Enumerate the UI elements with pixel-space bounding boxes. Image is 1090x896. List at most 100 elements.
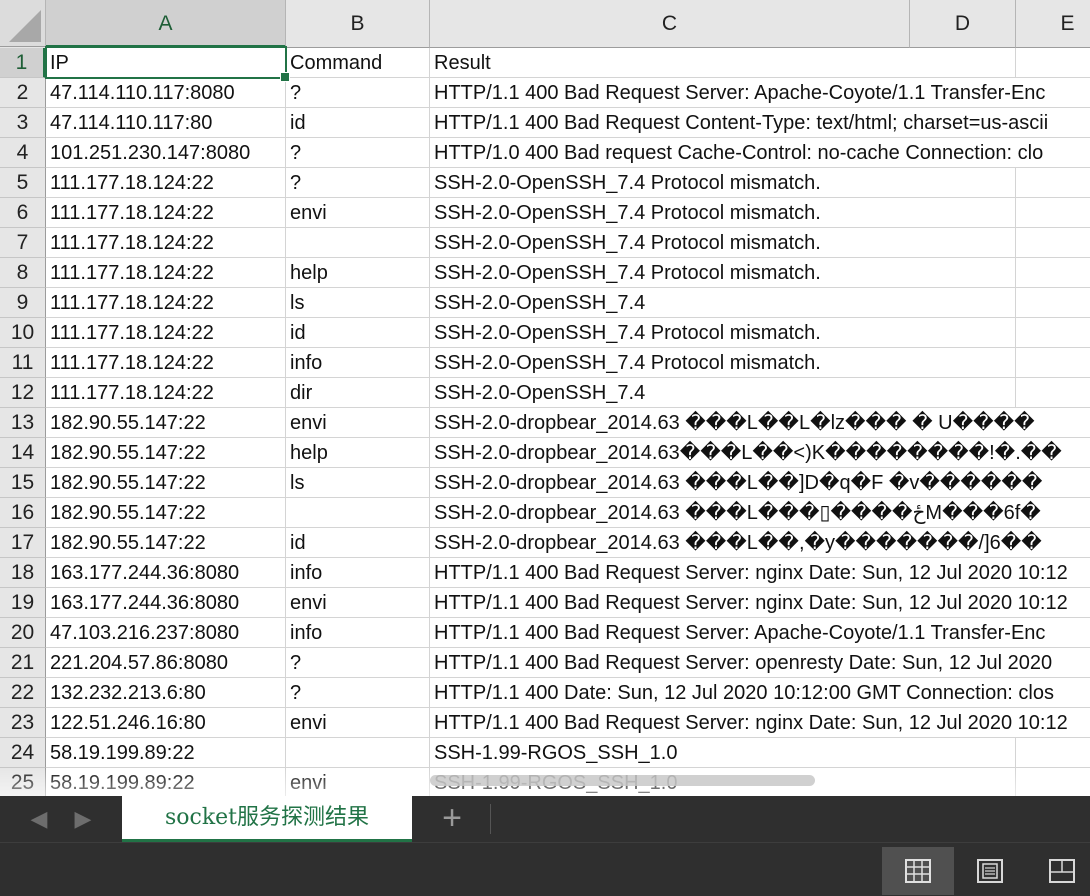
row-header[interactable]: 21 bbox=[0, 648, 46, 678]
add-sheet-button[interactable]: + bbox=[430, 800, 474, 838]
column-header-d[interactable]: D bbox=[910, 0, 1016, 48]
cell-command[interactable]: Command bbox=[286, 48, 430, 78]
cell-command[interactable] bbox=[286, 498, 430, 528]
page-break-view-button[interactable] bbox=[1026, 847, 1090, 895]
column-header-e[interactable]: E bbox=[1016, 0, 1090, 48]
row-header[interactable]: 16 bbox=[0, 498, 46, 528]
cell-command[interactable]: envi bbox=[286, 408, 430, 438]
cell-result[interactable]: HTTP/1.1 400 Bad Request Server: Apache-… bbox=[430, 78, 1090, 108]
row-header[interactable]: 14 bbox=[0, 438, 46, 468]
row-header[interactable]: 22 bbox=[0, 678, 46, 708]
page-layout-view-button[interactable] bbox=[954, 847, 1026, 895]
select-all-corner[interactable] bbox=[0, 0, 46, 47]
cell-command[interactable]: help bbox=[286, 438, 430, 468]
next-sheet-button[interactable]: ▶ bbox=[70, 806, 96, 832]
cell-command[interactable]: ls bbox=[286, 288, 430, 318]
cell-result[interactable]: HTTP/1.1 400 Date: Sun, 12 Jul 2020 10:1… bbox=[430, 678, 1090, 708]
cell-result[interactable]: SSH-2.0-OpenSSH_7.4 Protocol mismatch. bbox=[430, 258, 1090, 288]
cell-command[interactable]: ? bbox=[286, 678, 430, 708]
sheet-tab-active[interactable]: socket服务探测结果 bbox=[122, 796, 412, 842]
cell-ip[interactable]: 122.51.246.16:80 bbox=[46, 708, 286, 738]
cell-result[interactable]: SSH-2.0-dropbear_2014.63 ���L��L�lz��� �… bbox=[430, 408, 1090, 438]
cell-command[interactable]: help bbox=[286, 258, 430, 288]
row-header[interactable]: 13 bbox=[0, 408, 46, 438]
cell-result[interactable]: SSH-2.0-OpenSSH_7.4 Protocol mismatch. bbox=[430, 198, 1090, 228]
row-header[interactable]: 11 bbox=[0, 348, 46, 378]
row-header[interactable]: 4 bbox=[0, 138, 46, 168]
cell-command[interactable]: info bbox=[286, 558, 430, 588]
row-header[interactable]: 23 bbox=[0, 708, 46, 738]
cell-command[interactable]: ? bbox=[286, 78, 430, 108]
cell-ip[interactable]: 101.251.230.147:8080 bbox=[46, 138, 286, 168]
cell-command[interactable] bbox=[286, 228, 430, 258]
cell-ip[interactable]: 58.19.199.89:22 bbox=[46, 768, 286, 796]
cell-command[interactable]: envi bbox=[286, 588, 430, 618]
cell-ip[interactable]: 58.19.199.89:22 bbox=[46, 738, 286, 768]
cell-result[interactable]: SSH-2.0-OpenSSH_7.4 bbox=[430, 378, 1090, 408]
cell-result[interactable]: SSH-2.0-OpenSSH_7.4 Protocol mismatch. bbox=[430, 318, 1090, 348]
cell-ip[interactable]: 111.177.18.124:22 bbox=[46, 228, 286, 258]
cell-result[interactable]: HTTP/1.1 400 Bad Request Server: Apache-… bbox=[430, 618, 1090, 648]
cell-result[interactable]: SSH-2.0-dropbear_2014.63 ���L��,�y������… bbox=[430, 528, 1090, 558]
cell-ip[interactable]: 47.114.110.117:80 bbox=[46, 108, 286, 138]
cell-ip[interactable]: 111.177.18.124:22 bbox=[46, 318, 286, 348]
cell-result[interactable]: HTTP/1.1 400 Bad Request Server: nginx D… bbox=[430, 708, 1090, 738]
cell-command[interactable]: envi bbox=[286, 198, 430, 228]
prev-sheet-button[interactable]: ◀ bbox=[26, 806, 52, 832]
cell-result[interactable]: SSH-2.0-OpenSSH_7.4 Protocol mismatch. bbox=[430, 168, 1090, 198]
cell-ip[interactable]: 47.103.216.237:8080 bbox=[46, 618, 286, 648]
cell-result[interactable]: SSH-2.0-OpenSSH_7.4 Protocol mismatch. bbox=[430, 348, 1090, 378]
cell-result[interactable]: SSH-1.99-RGOS_SSH_1.0 bbox=[430, 738, 1090, 768]
cell-result[interactable]: SSH-2.0-OpenSSH_7.4 Protocol mismatch. bbox=[430, 228, 1090, 258]
row-header[interactable]: 7 bbox=[0, 228, 46, 258]
row-header[interactable]: 6 bbox=[0, 198, 46, 228]
cell-result[interactable]: Result bbox=[430, 48, 1090, 78]
row-header[interactable]: 18 bbox=[0, 558, 46, 588]
cell-result[interactable]: SSH-2.0-dropbear_2014.63���L��<)K�������… bbox=[430, 438, 1090, 468]
cell-ip[interactable]: IP bbox=[46, 48, 286, 78]
row-header[interactable]: 12 bbox=[0, 378, 46, 408]
row-header[interactable]: 15 bbox=[0, 468, 46, 498]
cell-ip[interactable]: 132.232.213.6:80 bbox=[46, 678, 286, 708]
row-header[interactable]: 17 bbox=[0, 528, 46, 558]
cell-command[interactable]: envi bbox=[286, 768, 430, 796]
column-header-c[interactable]: C bbox=[430, 0, 910, 48]
cell-ip[interactable]: 111.177.18.124:22 bbox=[46, 378, 286, 408]
row-header[interactable]: 24 bbox=[0, 738, 46, 768]
cell-result[interactable]: HTTP/1.1 400 Bad Request Server: openres… bbox=[430, 648, 1090, 678]
cell-ip[interactable]: 111.177.18.124:22 bbox=[46, 168, 286, 198]
cell-command[interactable]: ? bbox=[286, 168, 430, 198]
cell-ip[interactable]: 111.177.18.124:22 bbox=[46, 258, 286, 288]
row-header[interactable]: 2 bbox=[0, 78, 46, 108]
cell-result[interactable]: HTTP/1.1 400 Bad Request Server: nginx D… bbox=[430, 588, 1090, 618]
cell-result[interactable]: HTTP/1.1 400 Bad Request Content-Type: t… bbox=[430, 108, 1090, 138]
column-header-b[interactable]: B bbox=[286, 0, 430, 48]
cell-command[interactable]: id bbox=[286, 318, 430, 348]
cell-command[interactable]: ? bbox=[286, 138, 430, 168]
cell-command[interactable]: info bbox=[286, 348, 430, 378]
row-header[interactable]: 1 bbox=[0, 48, 46, 78]
cell-ip[interactable]: 111.177.18.124:22 bbox=[46, 348, 286, 378]
cell-ip[interactable]: 182.90.55.147:22 bbox=[46, 528, 286, 558]
cell-result[interactable]: SSH-2.0-dropbear_2014.63 ���L���▯����ځM�… bbox=[430, 498, 1090, 528]
cell-command[interactable] bbox=[286, 738, 430, 768]
cell-result[interactable]: SSH-2.0-OpenSSH_7.4 bbox=[430, 288, 1090, 318]
row-header[interactable]: 19 bbox=[0, 588, 46, 618]
row-header[interactable]: 10 bbox=[0, 318, 46, 348]
cell-command[interactable]: id bbox=[286, 108, 430, 138]
cell-ip[interactable]: 163.177.244.36:8080 bbox=[46, 558, 286, 588]
cell-command[interactable]: ls bbox=[286, 468, 430, 498]
row-header[interactable]: 8 bbox=[0, 258, 46, 288]
row-header[interactable]: 25 bbox=[0, 768, 46, 796]
row-header[interactable]: 3 bbox=[0, 108, 46, 138]
cell-ip[interactable]: 182.90.55.147:22 bbox=[46, 498, 286, 528]
cell-ip[interactable]: 47.114.110.117:8080 bbox=[46, 78, 286, 108]
cell-command[interactable]: ? bbox=[286, 648, 430, 678]
cell-ip[interactable]: 163.177.244.36:8080 bbox=[46, 588, 286, 618]
cell-command[interactable]: id bbox=[286, 528, 430, 558]
horizontal-scrollbar[interactable] bbox=[430, 775, 815, 786]
cell-command[interactable]: envi bbox=[286, 708, 430, 738]
spreadsheet-grid[interactable]: A B C D E 1 IP Command Result 2 47.114.110.11… bbox=[0, 0, 1090, 796]
cell-ip[interactable]: 182.90.55.147:22 bbox=[46, 468, 286, 498]
cell-result[interactable]: HTTP/1.1 400 Bad Request Server: nginx D… bbox=[430, 558, 1090, 588]
